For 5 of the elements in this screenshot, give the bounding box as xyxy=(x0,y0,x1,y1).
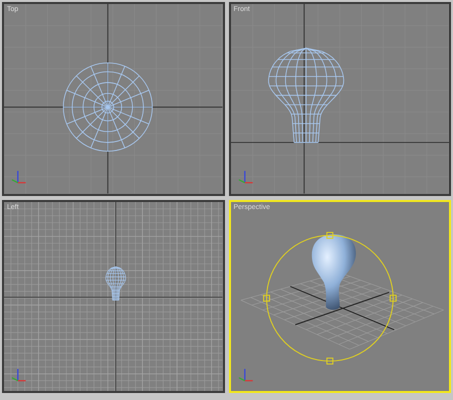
axis-tripod-icon xyxy=(238,368,252,381)
bulb-wireframe-drawing xyxy=(106,266,126,300)
axis-tripod-icon xyxy=(12,368,26,381)
axis-tripod-icon xyxy=(12,170,26,184)
axis-tripod-icon xyxy=(238,170,252,184)
